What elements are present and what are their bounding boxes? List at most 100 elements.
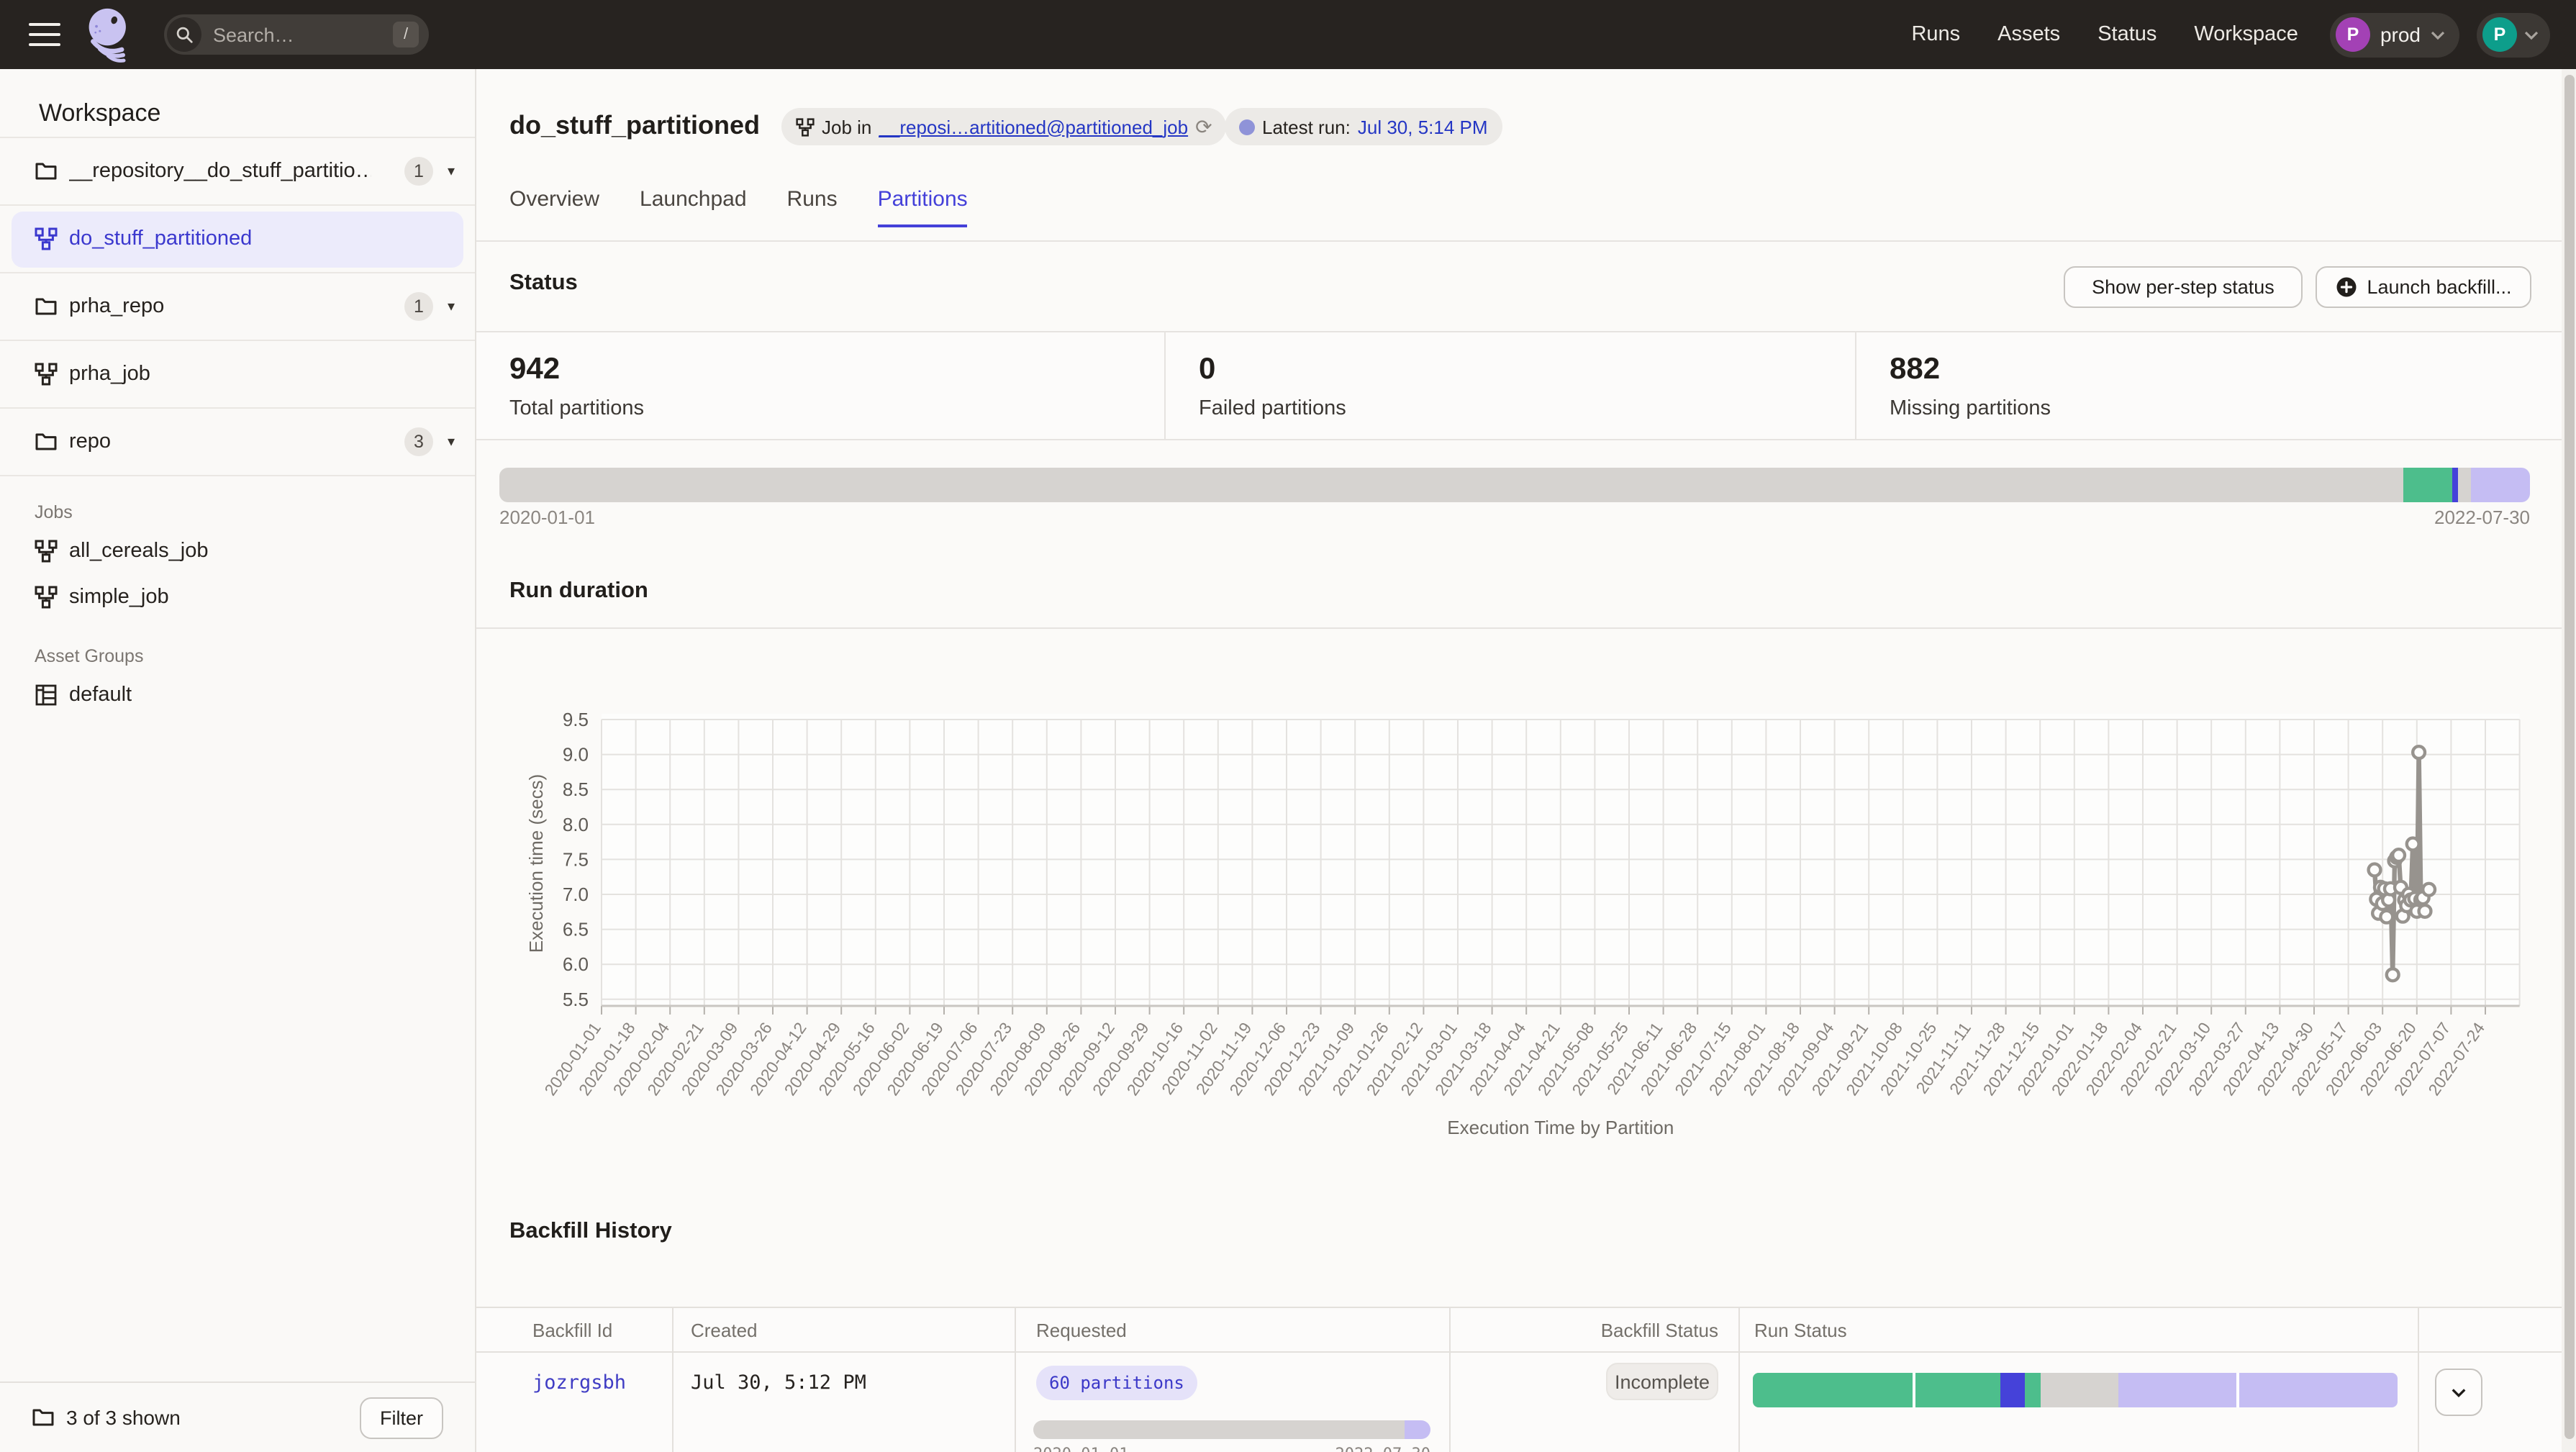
- sidebar-jobs-list: all_cereals_job simple_job: [0, 528, 475, 620]
- plus-circle-icon: [2335, 276, 2357, 298]
- refresh-icon[interactable]: ⟳: [1195, 114, 1212, 139]
- data-point[interactable]: [2423, 884, 2435, 896]
- stat-label: Missing partitions: [1890, 397, 2576, 420]
- caret-down-icon[interactable]: ▾: [448, 163, 455, 179]
- hamburger-menu-icon[interactable]: [29, 23, 60, 46]
- job-icon: [796, 117, 815, 136]
- search-placeholder: Search…: [213, 24, 393, 45]
- dagster-logo-icon[interactable]: [83, 6, 138, 63]
- tab-runs[interactable]: Runs: [787, 187, 838, 227]
- user-avatar: P: [2482, 17, 2517, 52]
- column-divider: [1738, 1308, 1740, 1452]
- tabs-divider: [476, 240, 2576, 242]
- tab-overview[interactable]: Overview: [509, 187, 599, 227]
- col-header-run-status: Run Status: [1754, 1320, 1847, 1341]
- caret-down-icon[interactable]: ▾: [448, 434, 455, 450]
- scrollbar-thumb[interactable]: [2564, 75, 2574, 1439]
- partition-status-bar[interactable]: [499, 468, 2530, 502]
- bar-segment: [2457, 468, 2472, 502]
- y-tick-label: 6.0: [563, 953, 589, 975]
- tab-launchpad[interactable]: Launchpad: [640, 187, 747, 227]
- nav-link-status[interactable]: Status: [2097, 23, 2157, 46]
- tab-partitions[interactable]: Partitions: [878, 187, 968, 227]
- job-tag-link[interactable]: __reposi…artitioned@partitioned_job: [879, 116, 1188, 137]
- sidebar-item-label: do_stuff_partitioned: [69, 227, 252, 250]
- launch-backfill-button[interactable]: Launch backfill...: [2316, 266, 2531, 308]
- column-divider: [672, 1308, 674, 1452]
- data-point[interactable]: [2393, 849, 2405, 861]
- sidebar-item-label: prha_job: [69, 363, 150, 386]
- main-content: do_stuff_partitioned Job in __reposi…art…: [476, 69, 2576, 1452]
- requested-bar-end-date: 2022-07-30: [1335, 1445, 1430, 1452]
- sidebar-item-label: simple_job: [69, 586, 169, 609]
- stat-label: Failed partitions: [1199, 397, 1855, 420]
- latest-run-link[interactable]: Jul 30, 5:14 PM: [1358, 116, 1488, 137]
- run-duration-heading: Run duration: [509, 578, 648, 604]
- nav-link-assets[interactable]: Assets: [1997, 23, 2060, 46]
- sidebar-item-do_stuff_partitioned[interactable]: do_stuff_partitioned: [0, 206, 475, 273]
- stat-label: Total partitions: [509, 397, 1164, 420]
- repo-count-badge: 3: [404, 427, 433, 456]
- chevron-down-icon: [2451, 1387, 2467, 1398]
- search-input[interactable]: Search… /: [164, 14, 429, 55]
- col-header-backfill-id: Backfill Id: [532, 1320, 612, 1341]
- user-menu[interactable]: P: [2477, 12, 2550, 57]
- sidebar-job-all_cereals_job[interactable]: all_cereals_job: [0, 528, 475, 574]
- workspace-sidebar: Workspace __repository__do_stuff_partiti…: [0, 69, 476, 1452]
- requested-partitions-badge[interactable]: 60 partitions: [1036, 1366, 1197, 1400]
- search-icon: [167, 17, 201, 52]
- y-tick-label: 9.0: [563, 744, 589, 766]
- y-tick-label: 7.5: [563, 848, 589, 870]
- job-origin-tag: Job in __reposi…artitioned@partitioned_j…: [781, 108, 1227, 145]
- sidebar-item-prha_repo[interactable]: prha_repo1▾: [0, 273, 475, 341]
- caret-down-icon[interactable]: ▾: [448, 299, 455, 314]
- data-point[interactable]: [2407, 838, 2419, 850]
- data-point[interactable]: [2387, 968, 2399, 981]
- y-tick-label: 8.5: [563, 779, 589, 800]
- col-header-backfill-status: Backfill Status: [1449, 1320, 1718, 1341]
- page-scrollbar[interactable]: [2562, 69, 2576, 1452]
- data-point[interactable]: [2369, 864, 2381, 876]
- execution-time-chart: 2020-01-012020-01-182020-02-042020-02-21…: [476, 633, 2562, 1151]
- data-point[interactable]: [2380, 911, 2393, 923]
- deployment-name: prod: [2380, 23, 2421, 46]
- run-status-bar[interactable]: [1753, 1373, 2398, 1407]
- sidebar-item-label: __repository__do_stuff_partitio…: [69, 160, 371, 183]
- sidebar-item-prha_job[interactable]: prha_job: [0, 341, 475, 409]
- folder-icon: [32, 1406, 55, 1429]
- search-shortcut-badge: /: [393, 22, 419, 47]
- deployment-switcher[interactable]: P prod: [2330, 12, 2459, 57]
- sidebar-footer: 3 of 3 shown Filter: [0, 1381, 475, 1452]
- y-tick-label: 5.5: [563, 989, 589, 1010]
- column-divider: [1449, 1308, 1451, 1452]
- sidebar-asset-group-default[interactable]: default: [0, 672, 475, 718]
- backfill-id-link[interactable]: jozrgsbh: [532, 1371, 626, 1394]
- expand-row-button[interactable]: [2435, 1369, 2482, 1416]
- bar-segment: [1915, 1373, 2000, 1407]
- filter-button[interactable]: Filter: [360, 1397, 443, 1438]
- bar-segment: [499, 468, 2403, 502]
- launch-backfill-label: Launch backfill...: [2367, 276, 2511, 298]
- nav-link-runs[interactable]: Runs: [1911, 23, 1960, 46]
- sidebar-asset-groups-list: default: [0, 672, 475, 718]
- partition-bar-start-date: 2020-01-01: [499, 507, 595, 528]
- job-icon: [35, 540, 58, 563]
- repo-count-badge: 1: [404, 292, 433, 321]
- deployment-avatar: P: [2336, 17, 2370, 52]
- data-point[interactable]: [2413, 746, 2425, 758]
- sidebar-job-simple_job[interactable]: simple_job: [0, 574, 475, 620]
- show-per-step-status-button[interactable]: Show per-step status: [2064, 266, 2303, 308]
- sidebar-item-repo[interactable]: repo3▾: [0, 409, 475, 476]
- bar-segment: [2239, 1373, 2398, 1407]
- latest-run-tag: Latest run: Jul 30, 5:14 PM: [1225, 108, 1502, 145]
- data-point[interactable]: [2419, 905, 2431, 917]
- nav-link-workspace[interactable]: Workspace: [2194, 23, 2298, 46]
- repo-count-badge: 1: [404, 157, 433, 186]
- backfill-history-table: Backfill Id Created Requested Backfill S…: [476, 1307, 2576, 1452]
- sidebar-item-__repository__do_stuff_partitio[interactable]: __repository__do_stuff_partitio… 1 ▾: [0, 138, 475, 206]
- job-icon: [35, 586, 58, 609]
- column-divider: [1015, 1308, 1016, 1452]
- y-axis-title: Execution time (secs): [525, 774, 547, 953]
- column-divider: [2418, 1308, 2419, 1452]
- job-icon: [35, 227, 58, 250]
